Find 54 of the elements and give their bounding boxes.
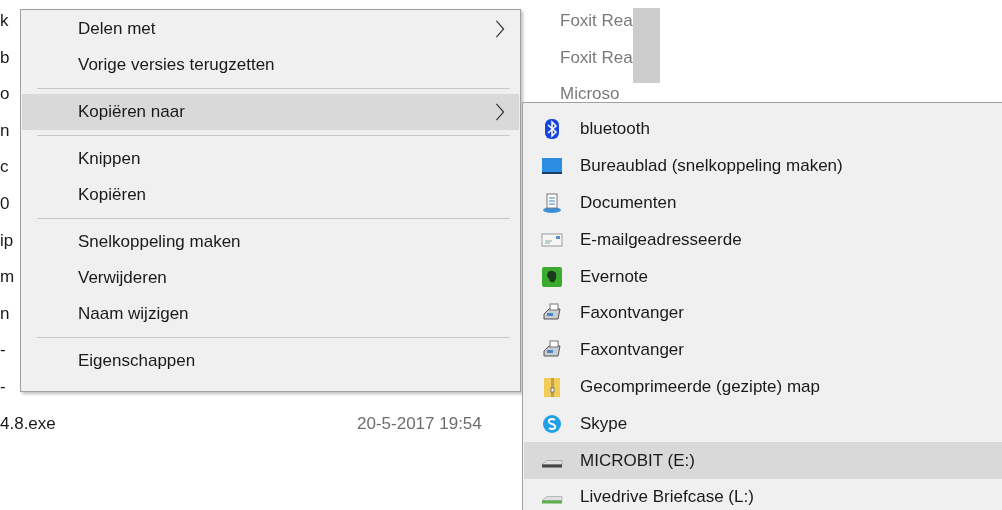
menu-item[interactable]: Verwijderen bbox=[22, 260, 519, 296]
drive-icon bbox=[541, 496, 563, 505]
menu-item-label: E-mailgeadresseerde bbox=[580, 229, 742, 250]
menu-item[interactable]: E-mailgeadresseerde bbox=[524, 221, 1002, 259]
file-type: Foxit Rea bbox=[560, 10, 633, 32]
menu-item[interactable]: Delen met bbox=[22, 11, 519, 47]
chat-bubble-icon bbox=[541, 412, 563, 435]
menu-item[interactable]: Snelkoppeling maken bbox=[22, 224, 519, 260]
file-type: Foxit Rea bbox=[560, 46, 633, 69]
zip-folder-icon bbox=[541, 375, 563, 398]
menu-item[interactable]: Skype bbox=[524, 405, 1002, 443]
menu-item[interactable]: Faxontvanger bbox=[524, 295, 1002, 332]
menu-item-label: Faxontvanger bbox=[580, 340, 684, 361]
menu-item[interactable]: Gecomprimeerde (gezipte) map bbox=[524, 368, 1002, 406]
drive-icon bbox=[541, 459, 563, 468]
menu-item[interactable]: Faxontvanger bbox=[524, 331, 1002, 369]
file-name: n bbox=[0, 119, 10, 142]
elephant-icon bbox=[541, 265, 563, 288]
menu-item[interactable]: Documenten bbox=[524, 184, 1002, 222]
scrollbar-thumb[interactable] bbox=[633, 8, 660, 83]
menu-item[interactable]: Knippen bbox=[22, 141, 519, 177]
menu-item-label: Livedrive Briefcase (L:) bbox=[580, 487, 754, 508]
menu-item-label: Evernote bbox=[580, 266, 649, 287]
menu-item[interactable]: Kopiëren naar bbox=[22, 94, 519, 130]
menu-item[interactable]: Naam wijzigen bbox=[22, 296, 519, 332]
file-type: Microso bbox=[560, 83, 620, 106]
file-name: 4.8.exe bbox=[0, 412, 56, 435]
menu-item[interactable]: bluetooth bbox=[524, 111, 1002, 148]
file-name: - bbox=[0, 339, 6, 362]
menu-item-label: Documenten bbox=[580, 193, 677, 213]
menu-item[interactable]: Evernote bbox=[524, 258, 1002, 295]
file-name: 0 bbox=[0, 192, 10, 215]
file-name: b bbox=[0, 46, 10, 69]
file-name: ip bbox=[0, 229, 14, 252]
file-name: k bbox=[0, 10, 9, 32]
menu-item-label: bluetooth bbox=[580, 119, 650, 140]
file-date: 20-5-2017 19:54 bbox=[357, 412, 482, 435]
file-name: m bbox=[0, 266, 15, 289]
file-name: n bbox=[0, 302, 10, 325]
document-icon bbox=[541, 192, 563, 214]
menu-item-label: Faxontvanger bbox=[580, 303, 684, 324]
menu-item-label: Bureaublad (snelkoppeling maken) bbox=[580, 156, 843, 177]
menu-item[interactable]: Vorige versies terugzetten bbox=[22, 47, 519, 83]
menu-item[interactable]: Bureaublad (snelkoppeling maken) bbox=[524, 147, 1002, 185]
menu-item[interactable]: Livedrive Briefcase (L:) bbox=[524, 478, 1002, 510]
file-name: o bbox=[0, 83, 10, 106]
menu-item[interactable]: Eigenschappen bbox=[22, 343, 519, 379]
file-name: - bbox=[0, 375, 6, 398]
menu-item[interactable]: MICROBIT (E:) bbox=[524, 442, 1002, 479]
menu-item-label: Gecomprimeerde (gezipte) map bbox=[580, 376, 820, 397]
file-name: c bbox=[0, 156, 9, 179]
menu-item[interactable]: Kopiëren bbox=[22, 177, 519, 213]
menu-item-label: MICROBIT (E:) bbox=[580, 450, 695, 471]
menu-item-label: Skype bbox=[580, 413, 628, 434]
